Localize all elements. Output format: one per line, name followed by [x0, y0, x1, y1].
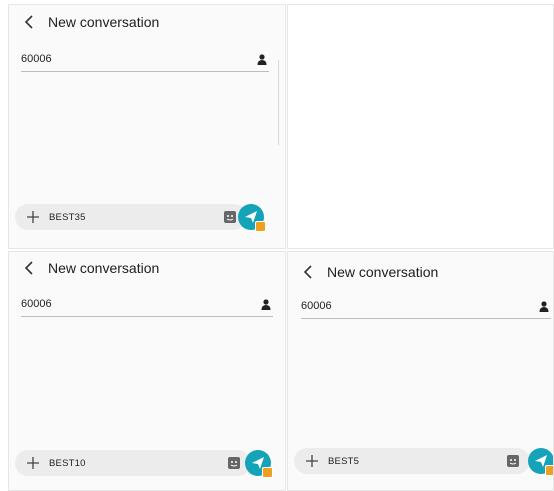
message-composer[interactable]: BEST5 — [294, 448, 530, 474]
message-composer[interactable]: BEST10 — [15, 450, 251, 476]
empty-panel-top-right — [287, 4, 554, 249]
message-text: BEST5 — [328, 455, 360, 467]
chevron-left-icon — [24, 15, 33, 29]
attach-button[interactable] — [25, 209, 41, 225]
send-button[interactable] — [528, 448, 553, 476]
person-icon — [257, 53, 267, 65]
recipient-value: 60006 — [21, 53, 52, 65]
contact-button[interactable] — [537, 299, 551, 313]
chevron-left-icon — [303, 265, 312, 279]
page-title: New conversation — [48, 14, 160, 30]
sticker-icon[interactable] — [506, 454, 520, 468]
contact-button[interactable] — [259, 297, 273, 311]
conversation-panel-bottom-left: New conversation 60006 BEST10 — [8, 251, 286, 491]
recipient-field[interactable]: 60006 — [21, 292, 273, 317]
plus-icon — [27, 211, 39, 223]
recipient-field[interactable]: 60006 — [301, 294, 551, 319]
send-button[interactable] — [245, 450, 273, 478]
header-bar: New conversation — [9, 5, 285, 39]
sticker-icon[interactable] — [227, 456, 241, 470]
recipient-value: 60006 — [301, 300, 332, 312]
back-button[interactable] — [18, 11, 40, 33]
back-button[interactable] — [18, 257, 40, 279]
message-text: BEST35 — [49, 211, 86, 223]
page-title: New conversation — [48, 260, 160, 276]
message-composer[interactable]: BEST35 — [15, 204, 247, 230]
sim-badge — [545, 465, 553, 476]
sticker-icon[interactable] — [223, 210, 237, 224]
attach-button[interactable] — [304, 453, 320, 469]
chevron-left-icon — [24, 261, 33, 275]
message-text: BEST10 — [49, 457, 86, 469]
header-bar: New conversation — [288, 256, 553, 288]
sim-badge — [255, 221, 266, 232]
person-icon — [261, 298, 271, 310]
page-title: New conversation — [327, 264, 439, 280]
contact-button[interactable] — [255, 52, 269, 66]
scroll-handle[interactable] — [278, 60, 283, 145]
person-icon — [539, 300, 549, 312]
sim-badge — [262, 467, 273, 478]
header-bar: New conversation — [9, 252, 285, 284]
conversation-panel-bottom-right: New conversation 60006 BEST5 — [287, 251, 554, 491]
send-button[interactable] — [238, 204, 266, 232]
recipient-value: 60006 — [21, 298, 52, 310]
back-button[interactable] — [297, 261, 319, 283]
attach-button[interactable] — [25, 455, 41, 471]
plus-icon — [306, 455, 318, 467]
plus-icon — [27, 457, 39, 469]
recipient-field[interactable]: 60006 — [21, 47, 269, 72]
conversation-panel-top-left: New conversation 60006 BEST35 — [8, 4, 286, 249]
